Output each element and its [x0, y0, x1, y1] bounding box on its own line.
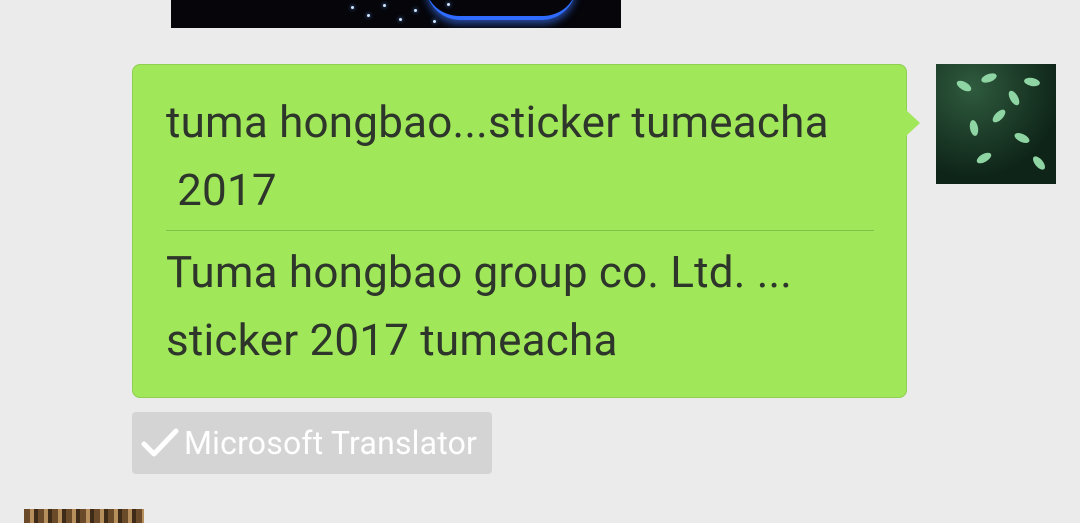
- image-sparkle: [447, 3, 450, 6]
- avatar-leaf: [1030, 154, 1048, 172]
- image-sparkle: [367, 14, 370, 17]
- outgoing-message-bubble[interactable]: tuma hongbao...sticker tumeacha 2017 Tum…: [132, 64, 907, 398]
- avatar-leaf: [990, 107, 1008, 125]
- avatar-leaf: [975, 150, 993, 166]
- image-sparkle: [383, 4, 386, 7]
- image-sparkle: [433, 20, 436, 23]
- translator-badge[interactable]: Microsoft Translator: [132, 412, 492, 474]
- chat-view: tuma hongbao...sticker tumeacha 2017 Tum…: [0, 0, 1080, 523]
- image-sparkle: [414, 9, 417, 12]
- check-icon: [141, 428, 179, 457]
- bubble-tail: [906, 110, 920, 136]
- avatar-leaf: [955, 78, 973, 94]
- image-sparkle: [399, 18, 402, 21]
- avatar-leaf: [1023, 76, 1041, 88]
- message-translated-text: Tuma hongbao group co. Ltd. ... sticker …: [166, 246, 793, 366]
- avatar-leaf: [968, 119, 980, 137]
- avatar-leaf: [1013, 130, 1031, 146]
- previous-image-message[interactable]: [171, 0, 621, 28]
- translation-divider: [166, 230, 874, 231]
- next-message-avatar[interactable]: [24, 509, 144, 523]
- translator-label: Microsoft Translator: [184, 424, 478, 462]
- avatar-leaf: [1006, 89, 1022, 107]
- sender-avatar[interactable]: [936, 64, 1056, 184]
- avatar-leaf: [980, 71, 998, 85]
- message-original-text: tuma hongbao...sticker tumeacha 2017: [166, 96, 829, 216]
- image-sparkle: [351, 6, 354, 9]
